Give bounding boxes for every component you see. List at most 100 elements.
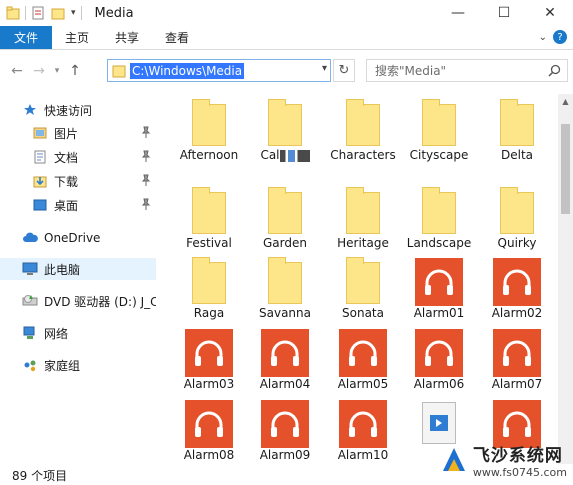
file-name: Alarm02 — [491, 306, 543, 320]
forward-arrow-icon[interactable]: → — [28, 60, 50, 82]
folder-cal[interactable]: Cal — [248, 98, 322, 168]
audio-alarm05[interactable]: Alarm05 — [326, 327, 400, 397]
folder-landscape[interactable]: Landscape — [402, 186, 476, 256]
close-button[interactable]: ✕ — [527, 0, 573, 26]
pin-icon[interactable] — [140, 198, 152, 210]
file-name: Garden — [263, 236, 307, 250]
headphones-icon — [415, 258, 463, 306]
audio-alarm09[interactable]: Alarm09 — [248, 398, 322, 462]
nav-label: 下载 — [54, 174, 79, 189]
audio-alarm01[interactable]: Alarm01 — [402, 256, 476, 326]
folder-icon — [192, 257, 226, 304]
network-icon — [22, 325, 38, 341]
scroll-up-icon[interactable]: ▲ — [558, 94, 573, 109]
folder-icon — [346, 187, 380, 234]
maximize-button[interactable]: ☐ — [481, 0, 527, 26]
nav-network[interactable]: 网络 — [0, 322, 156, 344]
address-row: ← → ▾ ↑ C:\Windows\Media ▾ ↻ 搜索"Media" — [0, 56, 573, 86]
folder-heritage[interactable]: Heritage — [326, 186, 400, 256]
nav-this-pc[interactable]: 此电脑 — [0, 258, 156, 280]
pictures-icon — [32, 125, 48, 141]
separator — [25, 6, 26, 20]
nav-quick-access[interactable]: 快速访问 — [0, 99, 156, 121]
nav-pictures[interactable]: 图片 — [0, 122, 156, 144]
up-arrow-icon[interactable]: ↑ — [64, 60, 86, 82]
folder-sonata[interactable]: Sonata — [326, 256, 400, 326]
folder-icon — [6, 6, 20, 20]
folder-festival[interactable]: Festival — [172, 186, 246, 256]
audio-alarm04[interactable]: Alarm04 — [248, 327, 322, 397]
headphones-icon — [261, 400, 309, 448]
audio-alarm10[interactable]: Alarm10 — [326, 398, 400, 462]
watermark-url: www.fs0745.com — [472, 466, 567, 479]
folder-icon — [422, 187, 456, 234]
file-name: Alarm08 — [183, 448, 235, 462]
help-icon[interactable]: ? — [553, 30, 567, 44]
audio-alarm02[interactable]: Alarm02 — [480, 256, 554, 326]
headphones-icon — [261, 329, 309, 377]
folder-characters[interactable]: Characters — [326, 98, 400, 168]
file-name: Festival — [186, 236, 232, 250]
folder-savanna[interactable]: Savanna — [248, 256, 322, 326]
headphones-icon — [493, 329, 541, 377]
quick-access-dropdown-icon[interactable]: ▾ — [71, 8, 76, 18]
folder-garden[interactable]: Garden — [248, 186, 322, 256]
nav-dvd-drive[interactable]: DVD 驱动器 (D:) J_C — [0, 290, 156, 312]
nav-label: 此电脑 — [44, 262, 81, 277]
ribbon-tabs: 文件 主页 共享 查看 ⌄ ? — [0, 26, 573, 50]
tab-view[interactable]: 查看 — [152, 26, 202, 49]
audio-alarm07[interactable]: Alarm07 — [480, 327, 554, 397]
item-count: 89 个项目 — [12, 468, 68, 483]
file-name: Alarm10 — [337, 448, 389, 462]
nav-homegroup[interactable]: 家庭组 — [0, 354, 156, 376]
folder-cityscape[interactable]: Cityscape — [402, 98, 476, 168]
address-bar[interactable]: C:\Windows\Media ▾ — [107, 59, 331, 82]
address-dropdown-icon[interactable]: ▾ — [322, 63, 327, 74]
back-arrow-icon[interactable]: ← — [6, 60, 28, 82]
folder-icon — [192, 99, 226, 146]
nav-onedrive[interactable]: OneDrive — [0, 227, 156, 249]
folder-icon — [500, 187, 534, 234]
tab-file[interactable]: 文件 — [0, 26, 53, 49]
folder-raga[interactable]: Raga — [172, 256, 246, 326]
headphones-icon — [493, 258, 541, 306]
vertical-scrollbar[interactable]: ▲ — [558, 94, 573, 464]
nav-downloads[interactable]: 下载 — [0, 170, 156, 192]
pin-icon[interactable] — [140, 150, 152, 162]
folder-afternoon[interactable]: Afternoon — [172, 98, 246, 168]
folder-icon — [346, 99, 380, 146]
nav-label: 图片 — [54, 126, 79, 141]
separator — [80, 6, 82, 20]
pin-icon[interactable] — [140, 126, 152, 138]
properties-icon[interactable] — [31, 6, 45, 20]
minimize-button[interactable]: — — [435, 0, 481, 26]
file-name: Alarm09 — [259, 448, 311, 462]
folder-icon — [112, 65, 126, 77]
file-name: Alarm05 — [337, 377, 389, 391]
file-name: Landscape — [406, 236, 472, 250]
file-name: Alarm01 — [413, 306, 465, 320]
watermark-name: 飞沙系统网 — [472, 446, 563, 466]
audio-alarm06[interactable]: Alarm06 — [402, 327, 476, 397]
search-input[interactable]: 搜索"Media" — [366, 59, 568, 82]
file-name: Alarm06 — [413, 377, 465, 391]
folder-delta[interactable]: Delta — [480, 98, 554, 168]
new-folder-icon[interactable] — [51, 6, 65, 20]
expand-ribbon-icon[interactable]: ⌄ — [539, 32, 547, 43]
address-path[interactable]: C:\Windows\Media — [130, 62, 245, 79]
nav-documents[interactable]: 文档 — [0, 146, 156, 168]
file-name: Cal — [248, 148, 322, 162]
audio-alarm08[interactable]: Alarm08 — [172, 398, 246, 462]
headphones-icon — [185, 329, 233, 377]
file-name-text: Cal — [260, 148, 280, 162]
tab-share[interactable]: 共享 — [102, 26, 152, 49]
recent-dropdown-icon[interactable]: ▾ — [50, 60, 64, 82]
cloud-icon — [22, 230, 38, 246]
scrollbar-thumb[interactable] — [561, 124, 570, 214]
tab-home[interactable]: 主页 — [52, 26, 102, 49]
pin-icon[interactable] — [140, 174, 152, 186]
nav-desktop[interactable]: 桌面 — [0, 194, 156, 216]
folder-quirky[interactable]: Quirky — [480, 186, 554, 256]
audio-alarm03[interactable]: Alarm03 — [172, 327, 246, 397]
refresh-button[interactable]: ↻ — [333, 59, 355, 82]
